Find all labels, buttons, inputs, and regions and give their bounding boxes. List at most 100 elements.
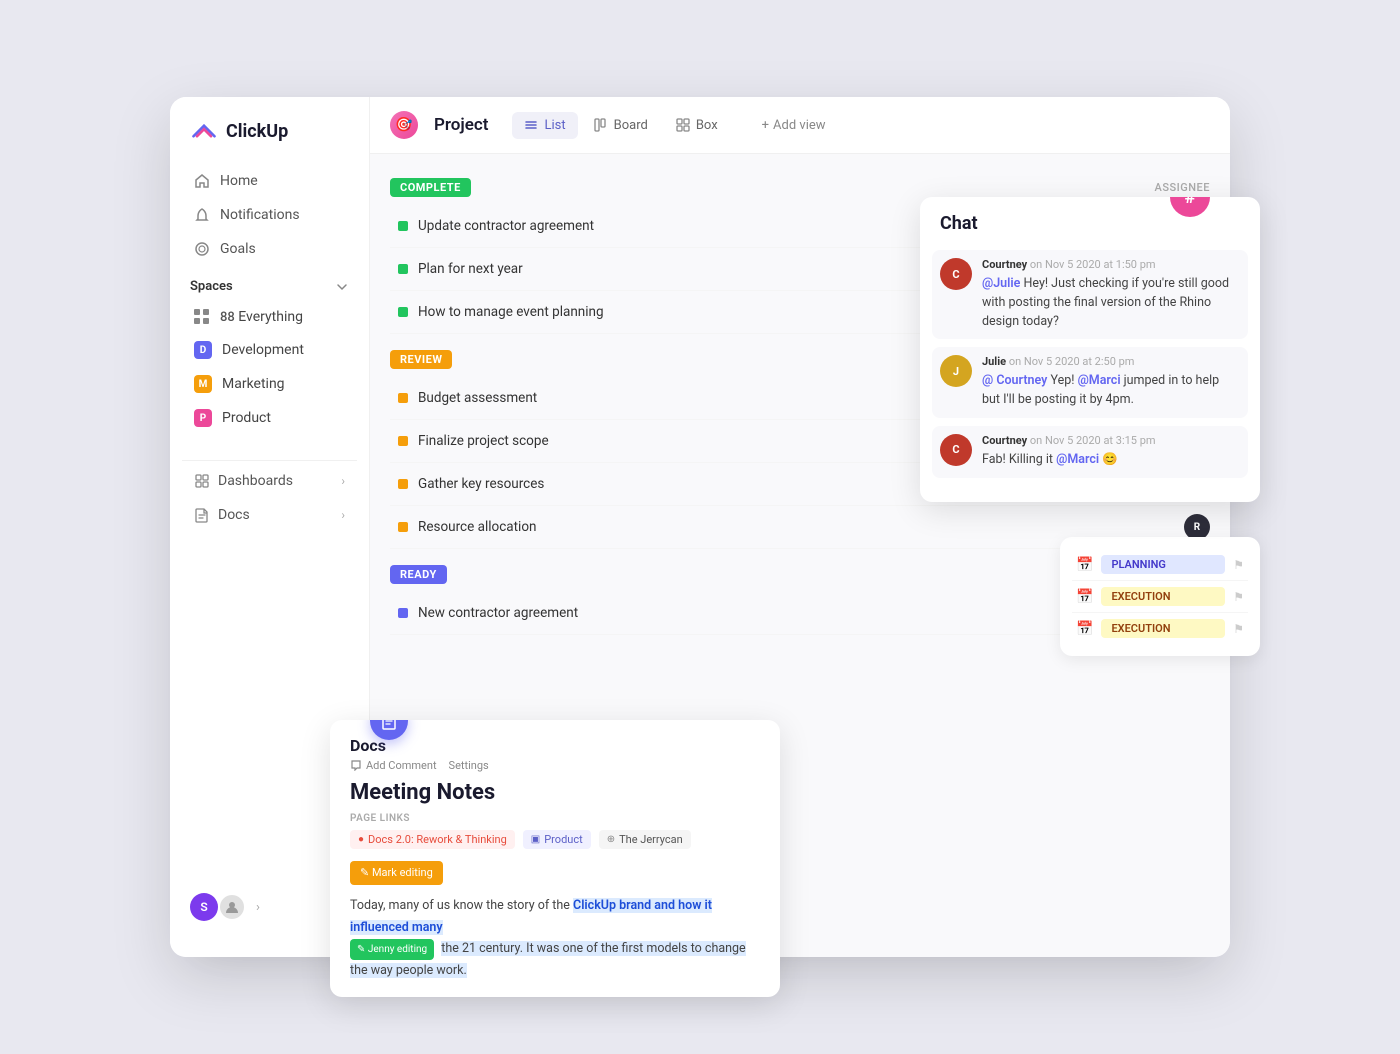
task-status-dot <box>398 307 408 317</box>
task-status-dot <box>398 264 408 274</box>
plus-icon: + <box>762 118 769 133</box>
footer-chevron: › <box>256 900 260 915</box>
execution-tag: EXECUTION <box>1101 587 1225 606</box>
sidebar-item-dashboards[interactable]: Dashboards › <box>182 465 357 497</box>
chat-panel: # Chat C Courtney on Nov 5 2020 at 1:50 … <box>920 197 1260 502</box>
flag-icon: ⚑ <box>1233 622 1244 636</box>
development-space-icon: D <box>194 341 212 359</box>
comment-icon <box>350 759 362 771</box>
grid-icon <box>194 309 210 325</box>
settings-button[interactable]: Settings <box>449 759 489 772</box>
execution-tag-2: EXECUTION <box>1101 619 1225 638</box>
project-title: Project <box>434 115 488 135</box>
tag-row-planning: 📅 PLANNING ⚑ <box>1072 549 1248 581</box>
chat-message: C Courtney on Nov 5 2020 at 1:50 pm @Jul… <box>932 250 1248 339</box>
user-avatar-photo <box>218 893 246 921</box>
sidebar-item-everything[interactable]: 88 Everything <box>182 302 357 332</box>
main-header: 🎯 Project List Board <box>370 97 1230 154</box>
clickup-logo-icon <box>190 117 218 145</box>
user-icon <box>224 899 240 915</box>
page-link-docs[interactable]: ● Docs 2.0: Rework & Thinking <box>350 830 515 849</box>
docs-panel: Docs Add Comment Settings Meeting Notes … <box>330 720 780 997</box>
app-name: ClickUp <box>226 121 288 142</box>
sidebar-item-docs[interactable]: Docs › <box>182 499 357 531</box>
badge-review: REVIEW <box>390 350 452 369</box>
tab-list[interactable]: List <box>512 112 577 139</box>
chat-avatar: J <box>940 355 972 387</box>
mention: @ Courtney <box>982 373 1047 388</box>
meeting-notes-title: Meeting Notes <box>350 780 760 805</box>
box-tab-icon <box>676 118 690 132</box>
bell-icon <box>194 207 210 223</box>
calendar-icon: 📅 <box>1076 621 1093 637</box>
sidebar-item-goals[interactable]: Goals <box>182 233 357 265</box>
badge-ready: READY <box>390 565 447 584</box>
docs-icon <box>194 507 210 523</box>
red-dot-icon: ● <box>358 834 364 845</box>
task-status-dot <box>398 608 408 618</box>
chat-messages: C Courtney on Nov 5 2020 at 1:50 pm @Jul… <box>920 242 1260 502</box>
document-icon <box>379 720 399 731</box>
mark-editing-button[interactable]: ✎ Mark editing <box>350 861 443 886</box>
chat-message: J Julie on Nov 5 2020 at 2:50 pm @ Court… <box>932 347 1248 418</box>
mention: @Marci <box>1056 452 1099 467</box>
mention: @Marci <box>1078 373 1121 388</box>
docs-body-text: ✎ Mark editing Today, many of us know th… <box>350 861 760 981</box>
sidebar-logo[interactable]: ClickUp <box>170 117 369 165</box>
gray-icon: ⊕ <box>607 834 615 845</box>
chevron-down-icon <box>335 280 349 294</box>
page-links-label: PAGE LINKS <box>350 813 760 824</box>
list-tab-icon <box>524 118 538 132</box>
sidebar-item-home[interactable]: Home <box>182 165 357 197</box>
chat-avatar: C <box>940 258 972 290</box>
chat-title: Chat <box>920 197 1260 242</box>
docs-panel-content: Docs Add Comment Settings Meeting Notes … <box>330 720 780 997</box>
sidebar-nav: Home Notifications Goals <box>170 165 369 267</box>
spaces-list: 88 Everything D Development M Marketing … <box>170 302 369 436</box>
marketing-space-icon: M <box>194 375 212 393</box>
blue-dot-icon: ▣ <box>531 834 540 845</box>
tab-box[interactable]: Box <box>664 112 730 139</box>
chevron-right-icon-docs: › <box>341 508 345 522</box>
add-comment-button[interactable]: Add Comment <box>350 759 437 772</box>
user-avatar-s: S <box>190 893 218 921</box>
chat-message: C Courtney on Nov 5 2020 at 3:15 pm Fab!… <box>932 426 1248 478</box>
home-icon <box>194 173 210 189</box>
goals-icon <box>194 241 210 257</box>
calendar-icon: 📅 <box>1076 557 1093 573</box>
calendar-icon: 📅 <box>1076 589 1093 605</box>
tags-panel: 📅 PLANNING ⚑ 📅 EXECUTION ⚑ 📅 EXECUTION ⚑ <box>1060 537 1260 656</box>
sidebar-item-marketing[interactable]: M Marketing <box>182 368 357 400</box>
task-status-dot <box>398 221 408 231</box>
mention: @Julie <box>982 276 1020 291</box>
task-status-dot <box>398 522 408 532</box>
task-status-dot <box>398 479 408 489</box>
sidebar-item-notifications[interactable]: Notifications <box>182 199 357 231</box>
chat-avatar: C <box>940 434 972 466</box>
spaces-section-header: Spaces <box>170 267 369 302</box>
clickup-brand-mention: ClickUp brand and how it influenced many <box>350 898 712 934</box>
page-links: ● Docs 2.0: Rework & Thinking ▣ Product … <box>350 830 760 849</box>
flag-icon: ⚑ <box>1233 558 1244 572</box>
board-tab-icon <box>594 118 608 132</box>
page-link-product[interactable]: ▣ Product <box>523 830 591 849</box>
add-view-button[interactable]: + Add view <box>750 112 838 139</box>
tag-row-execution-2: 📅 EXECUTION ⚑ <box>1072 613 1248 644</box>
view-tabs: List Board <box>512 112 729 139</box>
tag-row-execution-1: 📅 EXECUTION ⚑ <box>1072 581 1248 613</box>
task-status-dot <box>398 393 408 403</box>
badge-complete: COMPLETE <box>390 178 471 197</box>
docs-actions: Add Comment Settings <box>350 759 760 772</box>
product-space-icon: P <box>194 409 212 427</box>
flag-icon: ⚑ <box>1233 590 1244 604</box>
page-link-jerrycan[interactable]: ⊕ The Jerrycan <box>599 830 691 849</box>
tab-board[interactable]: Board <box>582 112 660 139</box>
sidebar-item-product[interactable]: P Product <box>182 402 357 434</box>
project-icon: 🎯 <box>390 111 418 139</box>
jenny-editing-tag: ✎ Jenny editing <box>350 939 434 960</box>
sidebar-bottom: Dashboards › Docs › <box>170 444 369 545</box>
task-status-dot <box>398 436 408 446</box>
docs-title: Docs <box>350 736 760 755</box>
chevron-right-icon: › <box>341 474 345 488</box>
sidebar-item-development[interactable]: D Development <box>182 334 357 366</box>
